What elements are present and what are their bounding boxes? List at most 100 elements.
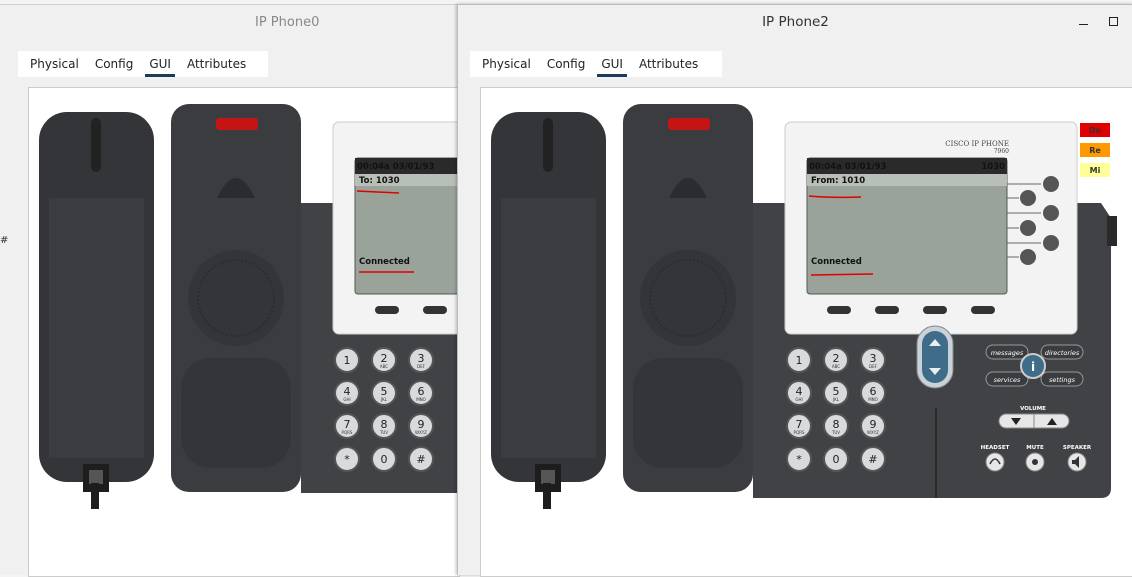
keypad-letters: TUV [831, 430, 840, 435]
tab-bar: Physical Config GUI Attributes [18, 51, 268, 77]
keypad-key-hash[interactable]: # [860, 446, 886, 472]
side-button-mi[interactable]: Mi [1080, 163, 1110, 177]
keypad-letters: DEF [417, 364, 426, 369]
line-button-4[interactable] [1020, 220, 1036, 236]
speaker-label: SPEAKER [1063, 445, 1092, 451]
keypad-key-0[interactable]: 0 [823, 446, 849, 472]
headset-label: HEADSET [981, 445, 1010, 451]
keypad-key-4[interactable]: 4GHI [334, 380, 360, 406]
tab-gui[interactable]: GUI [141, 51, 179, 77]
mute-label: MUTE [1026, 445, 1044, 451]
tab-bar: Physical Config GUI Attributes [470, 51, 722, 77]
keypad-key-star[interactable]: * [334, 446, 360, 472]
softkey-3[interactable] [923, 306, 947, 314]
phone0-illustration: 00:04a 03/01/93 To: 1030 Connected 1 2ABC… [39, 104, 459, 509]
softkey-1[interactable] [375, 306, 399, 314]
lcd-header-time: 00:04a 03/01/93 [357, 162, 435, 172]
keypad-key-6[interactable]: 6MNO [860, 380, 886, 406]
lcd-call-line: From: 1010 [811, 176, 865, 186]
keypad-key-3[interactable]: 3DEF [860, 347, 886, 373]
line-button-2[interactable] [1020, 190, 1036, 206]
line-button-1[interactable] [1043, 176, 1059, 192]
keypad-key-7[interactable]: 7PQRS [786, 413, 812, 439]
keypad-key-5[interactable]: 5JKL [823, 380, 849, 406]
keypad-key-8[interactable]: 8TUV [371, 413, 397, 439]
headset-button[interactable] [985, 452, 1005, 472]
keypad-key-2[interactable]: 2ABC [371, 347, 397, 373]
softkey-2[interactable] [423, 306, 447, 314]
lcd-header-time: 00:04a 03/01/93 [809, 162, 887, 172]
keypad-digit: # [416, 453, 425, 466]
model-label: 7960 [994, 148, 1009, 155]
keypad-key-2[interactable]: 2ABC [823, 347, 849, 373]
phone-gui-panel: 00:04a 03/01/93 To: 1030 Connected 1 2 ABC… [28, 87, 460, 577]
line-button-5[interactable] [1043, 235, 1059, 251]
phone2-illustration: CISCO IP PHONE 7960 00:04a 03/01/93 1030… [491, 104, 1117, 509]
tab-attributes[interactable]: Attributes [179, 51, 254, 77]
keypad-letters: TUV [379, 430, 388, 435]
keypad-digit: # [868, 453, 877, 466]
line-button-3[interactable] [1043, 205, 1059, 221]
keypad-letters: WXYZ [415, 430, 427, 435]
keypad-key-star[interactable]: * [786, 446, 812, 472]
volume-rocker[interactable] [998, 413, 1070, 429]
tab-gui[interactable]: GUI [593, 51, 631, 77]
keypad-key-6[interactable]: 6MNO [408, 380, 434, 406]
keypad-key-1[interactable]: 1 [334, 347, 360, 373]
tab-physical[interactable]: Physical [474, 51, 539, 77]
keypad-digit: 0 [381, 453, 388, 466]
keypad-letters: MNO [868, 397, 878, 402]
maximize-button[interactable] [1107, 15, 1119, 27]
brand-label: CISCO IP PHONE [945, 140, 1009, 148]
tab-config[interactable]: Config [87, 51, 142, 77]
annotation-underline [810, 273, 874, 276]
keypad-digit: 0 [833, 453, 840, 466]
directories-button[interactable]: directories [1045, 349, 1080, 357]
keypad-letters: MNO [416, 397, 426, 402]
side-button-do[interactable]: Do [1080, 123, 1110, 137]
minimize-button[interactable] [1077, 15, 1089, 27]
keypad-letters: ABC [832, 364, 840, 369]
ip-phone2-window: IP Phone2 Physical Config GUI Attributes [457, 4, 1132, 577]
keypad-key-3[interactable]: 3DEF [408, 347, 434, 373]
messages-button[interactable]: messages [991, 349, 1024, 357]
keypad-letters: PQRS [794, 430, 805, 435]
navigation-rocker[interactable] [916, 325, 954, 389]
keypad-letters: DEF [869, 364, 878, 369]
tab-physical[interactable]: Physical [22, 51, 87, 77]
softkey-1[interactable] [827, 306, 851, 314]
keypad-key-9[interactable]: 9WXYZ [408, 413, 434, 439]
keypad-letters: GHI [795, 397, 802, 402]
info-button[interactable]: i [1031, 360, 1035, 374]
keypad-letters: ABC [380, 364, 388, 369]
softkey-2[interactable] [875, 306, 899, 314]
phone-gui-panel: CISCO IP PHONE 7960 00:04a 03/01/93 1030… [480, 87, 1132, 577]
side-button-re[interactable]: Re [1080, 143, 1110, 157]
keypad-key-4[interactable]: 4GHI [786, 380, 812, 406]
ip-phone0-window: IP Phone0 Physical Config GUI Attributes [0, 4, 460, 577]
keypad-key-9[interactable]: 9WXYZ [860, 413, 886, 439]
keypad-digit: 1 [344, 354, 351, 367]
tab-attributes[interactable]: Attributes [631, 51, 706, 77]
keypad-key-7[interactable]: 7PQRS [334, 413, 360, 439]
lcd-status: Connected [359, 257, 410, 267]
lcd-call-line: To: 1030 [359, 176, 400, 186]
services-button[interactable]: services [994, 376, 1021, 384]
keypad-key-0[interactable]: 0 [371, 446, 397, 472]
keypad-letters: GHI [343, 397, 350, 402]
handset[interactable] [491, 112, 606, 509]
settings-button[interactable]: settings [1049, 376, 1076, 384]
keypad-key-1[interactable]: 1 [786, 347, 812, 373]
volume-label: VOLUME [1020, 406, 1046, 412]
line-button-6[interactable] [1020, 249, 1036, 265]
keypad-key-hash[interactable]: # [408, 446, 434, 472]
keypad-key-5[interactable]: 5JKL [371, 380, 397, 406]
keypad-key-8[interactable]: 8TUV [823, 413, 849, 439]
lcd-status: Connected [811, 257, 862, 267]
handset[interactable] [39, 112, 154, 509]
tab-config[interactable]: Config [539, 51, 594, 77]
keypad-digit: * [796, 453, 802, 466]
left-edge-marker: # [0, 235, 9, 246]
softkey-4[interactable] [971, 306, 995, 314]
keypad-letters: JKL [832, 397, 840, 402]
